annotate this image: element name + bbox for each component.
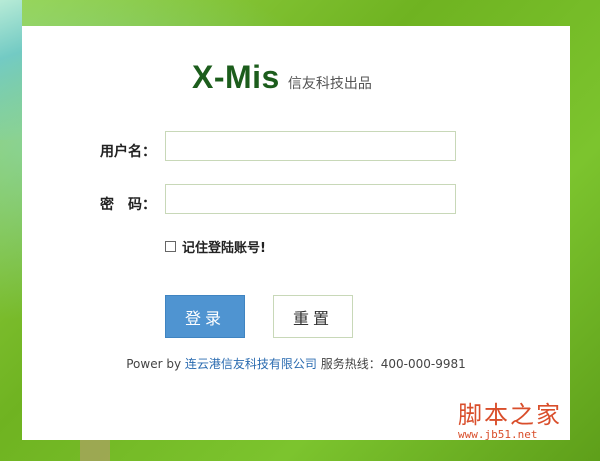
reset-button[interactable]: 重置 — [273, 295, 353, 338]
site-watermark: 脚本之家 www.jb51.net — [458, 395, 562, 441]
login-button[interactable]: 登录 — [165, 295, 245, 338]
footer: Power by 连云港信友科技有限公司 服务热线：400-000-9981 — [22, 355, 570, 372]
remember-checkbox[interactable] — [165, 241, 176, 252]
footer-company-link[interactable]: 连云港信友科技有限公司 — [185, 357, 317, 371]
login-panel: X-Mis 信友科技出品 用户名： 密 码： 记住登陆账号! 登录 重置 Pow… — [22, 26, 570, 440]
remember-account[interactable]: 记住登陆账号! — [165, 237, 266, 256]
logo-subtitle: 信友科技出品 — [287, 76, 372, 92]
app-logo: X-Mis 信友科技出品 — [192, 59, 372, 99]
footer-hotline: 服务热线：400-000-9981 — [316, 357, 466, 371]
footer-prefix: Power by — [126, 357, 185, 371]
username-label: 用户名： — [100, 144, 156, 160]
password-input[interactable] — [165, 184, 456, 214]
background-decoration-bottom — [80, 440, 110, 461]
logo-title: X-Mis — [192, 59, 280, 95]
username-input[interactable] — [165, 131, 456, 161]
remember-label: 记住登陆账号! — [182, 241, 266, 256]
background-decoration — [0, 0, 22, 140]
password-label: 密 码： — [100, 197, 156, 213]
watermark-name: 脚本之家 — [458, 401, 562, 429]
